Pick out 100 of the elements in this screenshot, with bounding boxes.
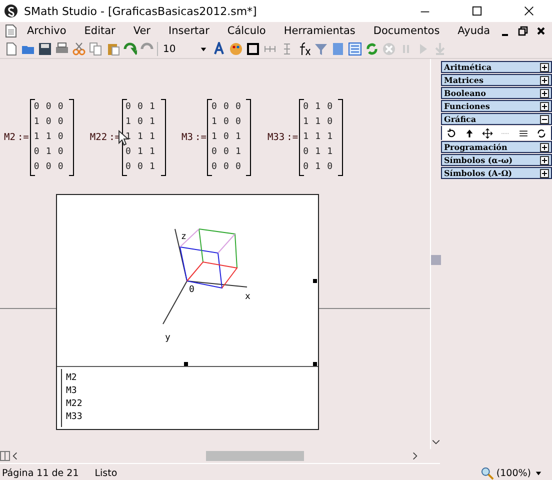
resize-handle[interactable] (313, 362, 317, 366)
scroll-down-icon[interactable] (431, 437, 441, 447)
close-icon[interactable] (536, 26, 546, 36)
dropdown-caret-icon[interactable] (200, 46, 207, 52)
assign-operator: := (17, 132, 29, 143)
axis-label: z (181, 232, 186, 242)
maximize-icon[interactable] (472, 6, 482, 16)
matrix-cell-text: 1 (235, 131, 242, 144)
matrix-cell-text: 0 (223, 161, 230, 174)
plot-region[interactable]: z x y 0 M2 M3 M22 M33 (56, 194, 319, 430)
matrix-cell-text: 0 (138, 101, 144, 114)
menu-item[interactable]: Herramientas (274, 25, 364, 37)
move-icon[interactable] (482, 128, 493, 138)
matrix-cell-text: 0 (126, 161, 132, 174)
text-color-icon[interactable] (212, 42, 226, 56)
scissors-icon[interactable] (72, 42, 86, 56)
matrix-cell-text: 1 (327, 146, 334, 159)
matrix-cell-text: 0 (46, 116, 52, 129)
scrollbar-thumb[interactable] (431, 255, 441, 265)
expand-icon[interactable] (540, 62, 549, 72)
origin-label: 0 (189, 285, 194, 295)
assign-operator: := (286, 132, 298, 143)
matrix-cell-text: 0 (235, 116, 242, 129)
zoom-dropdown[interactable]: (100%) (496, 468, 531, 478)
arrow-up-icon[interactable] (464, 128, 475, 138)
menu-item[interactable]: Archivo (18, 25, 76, 37)
panel-section-header[interactable]: Funciones (441, 100, 552, 112)
matrix-cell-text: 1 (46, 146, 52, 159)
close-icon[interactable] (524, 6, 534, 16)
panel-section-header[interactable]: Aritmética (441, 61, 552, 73)
matrix-cell-text: 1 (34, 131, 40, 144)
border-icon[interactable] (246, 42, 260, 56)
matrix-cell-text: 1 (211, 131, 218, 144)
matrix-name: M2 (4, 132, 16, 143)
function-icon[interactable] (297, 42, 311, 56)
scroll-left-icon[interactable] (10, 451, 20, 461)
matrix-cell-text: 0 (138, 161, 144, 174)
printer-icon[interactable] (55, 42, 69, 56)
matrix-cell-text: 0 (34, 101, 40, 114)
matrix-cell-text: 0 (46, 161, 52, 174)
expand-icon[interactable] (540, 168, 549, 178)
menu-item[interactable]: Documentos (364, 25, 449, 37)
panel-toggle-icon[interactable] (348, 42, 362, 56)
panel-section-header[interactable]: Gráfica (441, 113, 552, 125)
paste-icon[interactable] (106, 42, 120, 56)
panel-section-header[interactable]: Booleano (441, 87, 552, 99)
matrix-cell-text: 1 (150, 161, 156, 174)
dropdown-caret-icon[interactable] (535, 470, 542, 476)
undo-icon[interactable] (123, 42, 137, 56)
new-document-icon[interactable] (4, 42, 18, 56)
expand-icon[interactable] (540, 156, 549, 164)
matrix-cell-text: 0 (235, 161, 242, 174)
matrix-name: M22 (90, 132, 108, 143)
panel-section-header[interactable]: Símbolos (Α-Ω) (441, 167, 552, 179)
expand-icon[interactable] (540, 142, 549, 152)
matrix-cell-text: 1 (315, 146, 322, 159)
copy-icon[interactable] (89, 42, 103, 56)
resize-handle[interactable] (184, 362, 188, 366)
matrix-cell-text: 1 (34, 116, 40, 129)
restore-icon[interactable] (518, 26, 528, 36)
matrix-cell-text: 0 (303, 161, 310, 174)
rotate-icon[interactable] (446, 128, 457, 138)
resize-handle[interactable] (313, 279, 317, 283)
matrix-cell-text: 0 (58, 146, 64, 159)
panel-section-header[interactable]: Programación (441, 141, 552, 153)
matrix-cell-text: 1 (315, 161, 322, 174)
menu-item[interactable]: Editar (75, 25, 124, 37)
matrix-cell-text: 1 (303, 131, 310, 144)
menu-item[interactable]: Ayuda (448, 25, 500, 37)
matrix-name: M33 (267, 132, 285, 143)
series-label: M33 (66, 411, 84, 424)
menu-item[interactable]: Cálculo (218, 25, 275, 37)
expand-icon[interactable] (540, 102, 549, 110)
document-icon[interactable] (4, 24, 18, 38)
matrix-cell-text: 1 (126, 116, 132, 129)
axis-label: y (165, 333, 170, 343)
scroll-right-icon[interactable] (410, 451, 420, 461)
matrix-cell-text: 1 (315, 116, 322, 129)
expand-icon[interactable] (540, 88, 549, 98)
rotate-cycle-icon[interactable] (536, 128, 548, 138)
expand-icon[interactable] (540, 76, 549, 84)
refresh-icon[interactable] (365, 42, 379, 56)
collapse-icon[interactable] (540, 114, 549, 124)
matrix-cell-text: 0 (211, 161, 218, 174)
matrix-cell-text: 1 (150, 101, 156, 114)
status-text: Listo (94, 468, 118, 478)
panel-section-header[interactable]: Matrices (441, 74, 552, 86)
menu-item[interactable]: Insertar (160, 25, 218, 37)
palette-icon[interactable] (229, 42, 243, 56)
matrix-cell-text: 0 (327, 101, 334, 114)
matrix-cell-text: 0 (34, 161, 40, 174)
matrix-cell-text: 0 (46, 101, 52, 114)
menu-item[interactable]: Ver (124, 25, 160, 37)
save-icon[interactable] (38, 42, 52, 56)
zoom-icon[interactable] (481, 466, 494, 480)
panel-section-header[interactable]: Símbolos (α-ω) (441, 154, 552, 166)
matrix-cell-text: 0 (58, 161, 64, 174)
split-icon[interactable] (0, 451, 10, 461)
scrollbar-thumb[interactable] (206, 451, 304, 461)
matrix-cell-text: 1 (46, 131, 52, 144)
